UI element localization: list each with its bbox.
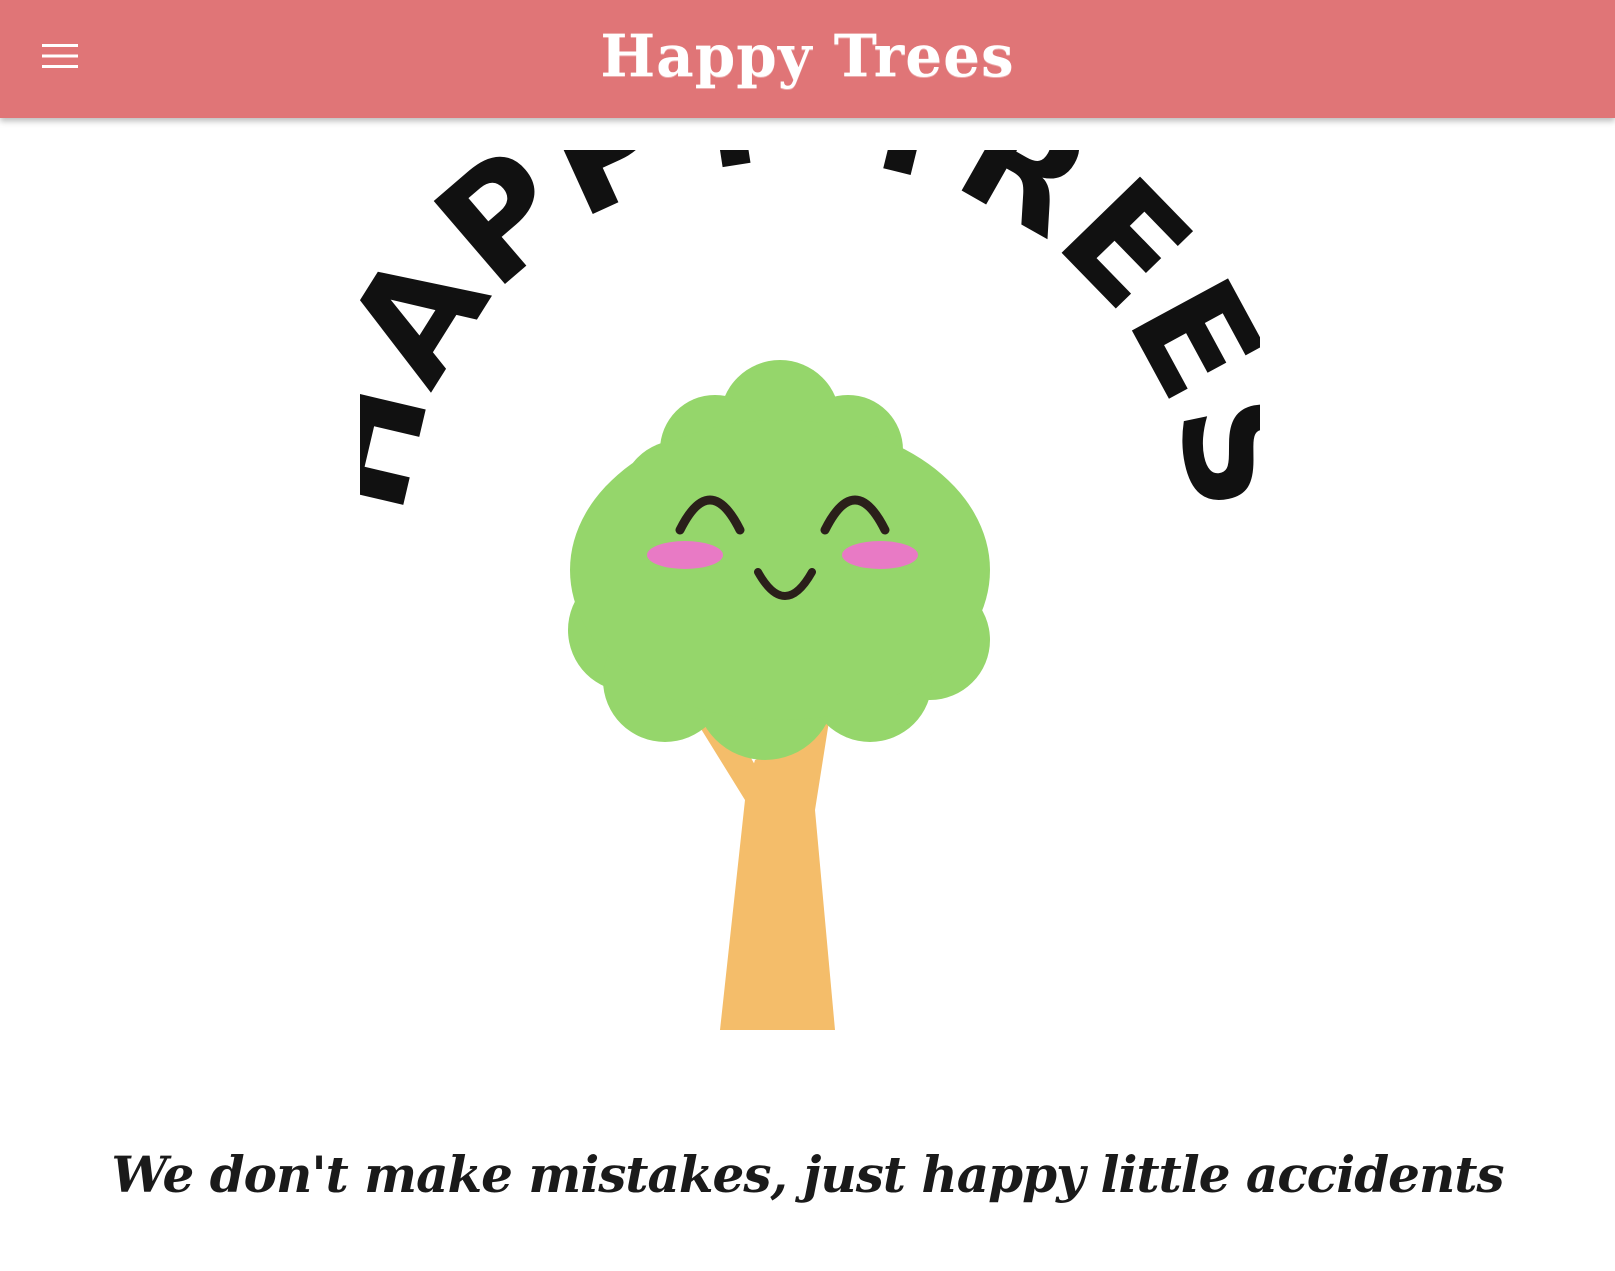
app-bar: Happy Trees: [0, 0, 1615, 118]
hero-logo: HAPPY TREES: [360, 150, 1260, 1080]
tagline: We don't make mistakes, just happy littl…: [111, 1145, 1504, 1204]
happy-tree-logo: HAPPY TREES: [360, 150, 1260, 1030]
tree-foliage: [568, 360, 990, 760]
app-title: Happy Trees: [600, 22, 1015, 90]
